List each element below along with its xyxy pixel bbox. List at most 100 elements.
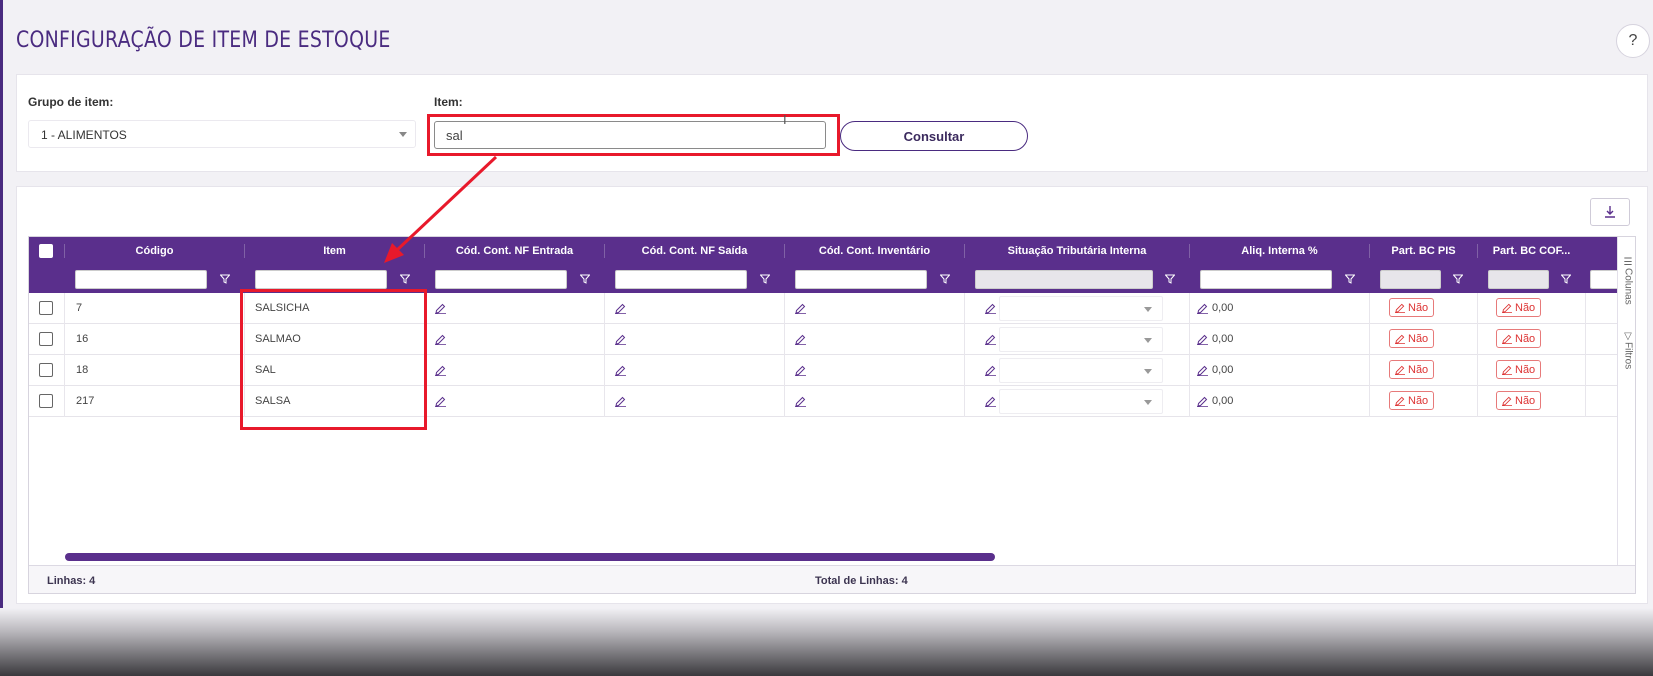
pencil-icon[interactable] <box>795 396 806 407</box>
pencil-icon[interactable] <box>615 303 626 314</box>
situacao-select[interactable] <box>999 296 1163 321</box>
filter-input-codigo[interactable] <box>75 270 207 289</box>
table-row[interactable]: 217 SALSA 0,00 Não Não <box>29 386 1617 417</box>
chevron-down-icon <box>1144 307 1152 312</box>
filter-input-nf-entrada[interactable] <box>435 270 567 289</box>
chevron-down-icon <box>1144 400 1152 405</box>
col-header-item[interactable]: Item <box>245 237 424 265</box>
pencil-icon[interactable] <box>795 334 806 345</box>
funnel-icon[interactable] <box>1561 274 1571 284</box>
cofins-no-button[interactable]: Não <box>1496 391 1542 410</box>
table-row[interactable]: 18 SAL 0,00 Não Não <box>29 355 1617 386</box>
table-row[interactable]: 16 SALMAO 0,00 Não Não <box>29 324 1617 355</box>
col-header-aliq[interactable]: Aliq. Interna % <box>1190 237 1369 265</box>
row-checkbox[interactable] <box>39 332 53 346</box>
col-header-nf-entrada[interactable]: Cód. Cont. NF Entrada <box>425 237 604 265</box>
download-button[interactable] <box>1590 198 1630 226</box>
columns-tab[interactable]: ☰ Colunas <box>1618 257 1635 305</box>
col-header-codigo[interactable]: Código <box>65 237 244 265</box>
pencil-icon[interactable] <box>795 303 806 314</box>
consultar-button[interactable]: Consultar <box>840 121 1028 151</box>
bottom-shadow <box>0 608 1653 676</box>
cell-aliq: 0,00 <box>1212 395 1234 407</box>
situacao-select[interactable] <box>999 327 1163 352</box>
pencil-icon[interactable] <box>1197 396 1208 407</box>
item-label: Item: <box>434 95 463 109</box>
funnel-icon[interactable] <box>1165 274 1175 284</box>
pencil-icon[interactable] <box>1197 365 1208 376</box>
pencil-icon[interactable] <box>615 396 626 407</box>
item-input[interactable] <box>434 121 826 149</box>
funnel-icon[interactable] <box>1453 274 1463 284</box>
cell-item: SALMAO <box>255 333 301 345</box>
funnel-icon[interactable] <box>940 274 950 284</box>
filter-input-item[interactable] <box>255 270 387 289</box>
col-header-nf-saida[interactable]: Cód. Cont. NF Saída <box>605 237 784 265</box>
pencil-icon[interactable] <box>795 365 806 376</box>
group-select[interactable]: 1 - ALIMENTOS <box>28 120 416 148</box>
pencil-icon[interactable] <box>435 396 446 407</box>
cofins-no-button[interactable]: Não <box>1496 329 1542 348</box>
pencil-icon <box>1395 396 1405 406</box>
filter-input-nf-saida[interactable] <box>615 270 747 289</box>
help-button[interactable]: ? <box>1616 24 1650 58</box>
funnel-icon[interactable] <box>760 274 770 284</box>
pencil-icon[interactable] <box>435 303 446 314</box>
situacao-select[interactable] <box>999 358 1163 383</box>
funnel-icon[interactable] <box>1345 274 1355 284</box>
pis-no-button[interactable]: Não <box>1389 360 1435 379</box>
pencil-icon[interactable] <box>985 365 996 376</box>
pis-no-button[interactable]: Não <box>1389 329 1435 348</box>
filter-input-cofins[interactable] <box>1488 270 1549 289</box>
cofins-no-button[interactable]: Não <box>1496 298 1542 317</box>
cell-aliq: 0,00 <box>1212 333 1234 345</box>
col-header-cofins[interactable]: Part. BC COF... <box>1478 237 1585 265</box>
filter-input-situacao[interactable] <box>975 270 1153 289</box>
funnel-icon[interactable] <box>220 274 230 284</box>
col-header-situacao[interactable]: Situação Tributária Interna <box>965 237 1189 265</box>
cofins-no-button[interactable]: Não <box>1496 360 1542 379</box>
horizontal-scrollbar-thumb[interactable] <box>65 553 995 561</box>
cell-codigo: 7 <box>76 302 83 314</box>
columns-tab-label: Colunas <box>1622 268 1634 305</box>
funnel-icon[interactable] <box>580 274 590 284</box>
pencil-icon[interactable] <box>435 334 446 345</box>
pencil-icon <box>1395 334 1405 344</box>
pencil-icon <box>1502 303 1512 313</box>
funnel-icon[interactable] <box>400 274 410 284</box>
pencil-icon <box>1395 365 1405 375</box>
pencil-icon <box>1395 303 1405 313</box>
lines-count: Linhas: 4 <box>47 575 96 587</box>
filter-input-inventario[interactable] <box>795 270 927 289</box>
situacao-select[interactable] <box>999 389 1163 414</box>
pencil-icon[interactable] <box>985 334 996 345</box>
filters-tab[interactable]: ▽ Filtros <box>1618 331 1635 369</box>
pencil-icon <box>1502 365 1512 375</box>
filter-input-aliq[interactable] <box>1200 270 1332 289</box>
col-header-pis[interactable]: Part. BC PIS <box>1370 237 1477 265</box>
pencil-icon[interactable] <box>1197 334 1208 345</box>
total-lines-count: Total de Linhas: 4 <box>815 575 908 587</box>
pencil-icon <box>1502 334 1512 344</box>
download-icon <box>1605 206 1615 218</box>
pencil-icon[interactable] <box>615 365 626 376</box>
cell-aliq: 0,00 <box>1212 364 1234 376</box>
pencil-icon[interactable] <box>985 303 996 314</box>
row-checkbox[interactable] <box>39 301 53 315</box>
pencil-icon[interactable] <box>615 334 626 345</box>
select-all-checkbox[interactable] <box>39 244 53 258</box>
col-header-inventario[interactable]: Cód. Cont. Inventário <box>785 237 964 265</box>
row-checkbox[interactable] <box>39 394 53 408</box>
pencil-icon[interactable] <box>1197 303 1208 314</box>
pis-no-button[interactable]: Não <box>1389 298 1435 317</box>
chevron-down-icon <box>1144 338 1152 343</box>
cofins-no-label: Não <box>1515 332 1536 345</box>
filter-input-pis[interactable] <box>1380 270 1441 289</box>
filter-input-next[interactable] <box>1590 270 1620 289</box>
row-checkbox[interactable] <box>39 363 53 377</box>
pencil-icon[interactable] <box>985 396 996 407</box>
table-row[interactable]: 7 SALSICHA 0,00 Não Não <box>29 293 1617 324</box>
pencil-icon[interactable] <box>435 365 446 376</box>
pis-no-button[interactable]: Não <box>1389 391 1435 410</box>
cell-codigo: 16 <box>76 333 89 345</box>
